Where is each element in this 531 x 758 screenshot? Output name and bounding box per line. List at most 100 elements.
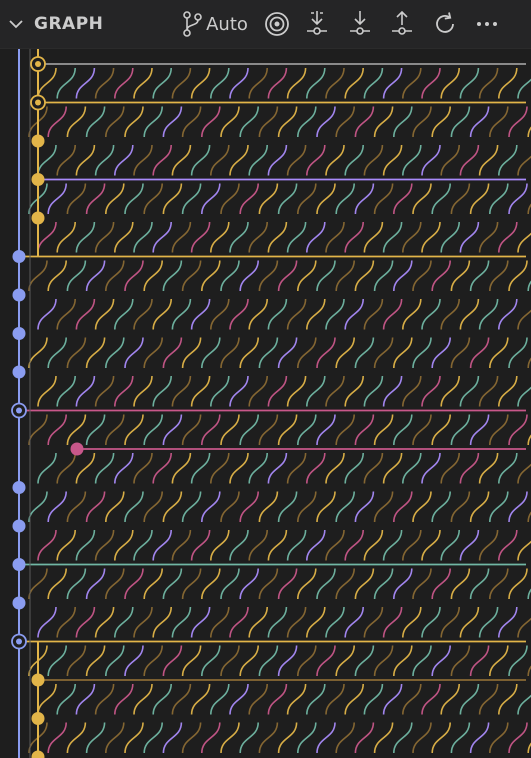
graph-edge: [171, 144, 192, 176]
graph-edge: [325, 375, 345, 407]
graph-edge: [47, 260, 67, 292]
graph-edge: [498, 144, 518, 176]
graph-edge: [201, 337, 221, 369]
commit-node: [12, 288, 26, 302]
graph-edge: [267, 452, 288, 484]
graph-edge: [402, 67, 422, 99]
graph-edge: [489, 722, 509, 754]
pull-icon: [350, 11, 370, 35]
graph-edge: [363, 683, 384, 715]
graph-edge: [201, 106, 221, 138]
collapse-toggle[interactable]: [4, 0, 28, 48]
graph-edge: [248, 298, 268, 330]
pull-button[interactable]: [344, 0, 376, 48]
graph-edge: [335, 491, 355, 523]
graph-edge: [229, 606, 249, 638]
graph-edge: [344, 606, 364, 638]
graph-edge: [459, 452, 480, 484]
graph-edge: [402, 606, 422, 638]
graph-edge: [114, 529, 134, 561]
graph-edge: [382, 683, 403, 715]
graph-edge: [152, 375, 172, 407]
fetch-button[interactable]: [301, 0, 333, 48]
graph-edge: [248, 529, 268, 561]
graph-edge: [85, 722, 106, 754]
graph-edge: [431, 183, 451, 215]
graph-edge: [190, 144, 211, 176]
graph-edge: [335, 106, 355, 138]
graph-edge: [248, 452, 268, 484]
graph-edge: [248, 606, 268, 638]
commit-node: [31, 673, 45, 687]
graph-edge: [37, 144, 57, 176]
commit-node: [12, 250, 26, 263]
graph-edge: [181, 106, 202, 138]
graph-edge: [297, 491, 317, 523]
graph-edge: [517, 463, 531, 484]
graph-edge: [267, 144, 288, 176]
graph-edge: [489, 260, 509, 292]
graph-edge: [498, 67, 518, 99]
target-button[interactable]: [261, 0, 293, 48]
more-actions-button[interactable]: [471, 0, 503, 48]
graph-edge: [277, 337, 298, 369]
graph-edge: [393, 106, 413, 138]
graph-edge: [297, 414, 317, 446]
graph-edge: [498, 606, 518, 638]
graph-edge: [56, 452, 76, 484]
graph-edge: [28, 568, 48, 600]
graph-edge: [133, 529, 153, 561]
graph-edge: [498, 452, 518, 484]
graph-edge: [28, 260, 48, 292]
graph-edge: [133, 683, 153, 715]
graph-edge: [85, 491, 106, 523]
graph-edge: [105, 568, 125, 600]
graph-edge: [124, 491, 144, 523]
graph-edge: [316, 568, 336, 600]
graph-edge: [56, 606, 76, 638]
graph-edge: [316, 414, 336, 446]
graph-edge: [335, 183, 355, 215]
graph-edge: [75, 144, 96, 176]
graph-edge: [47, 491, 67, 523]
graph-edge: [152, 144, 172, 176]
graph-edge: [440, 67, 460, 99]
graph-edge: [459, 221, 480, 253]
graph-edge: [373, 183, 394, 215]
graph-edge: [306, 298, 326, 330]
graph-edge: [210, 452, 230, 484]
graph-edge: [190, 67, 211, 99]
graph-edge: [363, 375, 384, 407]
commit-graph[interactable]: [0, 48, 531, 758]
graph-edge: [171, 452, 192, 484]
graph-edge: [37, 683, 57, 715]
graph-edge: [220, 337, 240, 369]
graph-edge: [277, 645, 298, 677]
graph-edge: [277, 491, 298, 523]
graph-edge: [373, 414, 394, 446]
graph-edge: [517, 386, 531, 407]
push-button[interactable]: [386, 0, 418, 48]
graph-edge: [94, 144, 115, 176]
graph-edge: [402, 144, 422, 176]
graph-edge: [382, 67, 403, 99]
graph-edge: [286, 144, 307, 176]
branch-icon: [183, 11, 202, 37]
auto-branch-button[interactable]: Auto: [176, 0, 252, 48]
graph-edge: [248, 221, 268, 253]
graph-edge: [229, 375, 249, 407]
graph-edge: [143, 106, 163, 138]
graph-edge: [412, 491, 432, 523]
graph-edge: [258, 337, 279, 369]
graph-edge: [325, 67, 345, 99]
graph-edge: [450, 645, 471, 677]
graph-edge: [201, 568, 221, 600]
graph-edge: [47, 645, 67, 677]
graph-edge: [412, 568, 432, 600]
graph-edge: [267, 298, 288, 330]
refresh-button[interactable]: [429, 0, 461, 48]
graph-edge: [114, 144, 134, 176]
graph-edge: [210, 683, 230, 715]
commit-node: [12, 558, 26, 571]
graph-edge: [440, 144, 460, 176]
